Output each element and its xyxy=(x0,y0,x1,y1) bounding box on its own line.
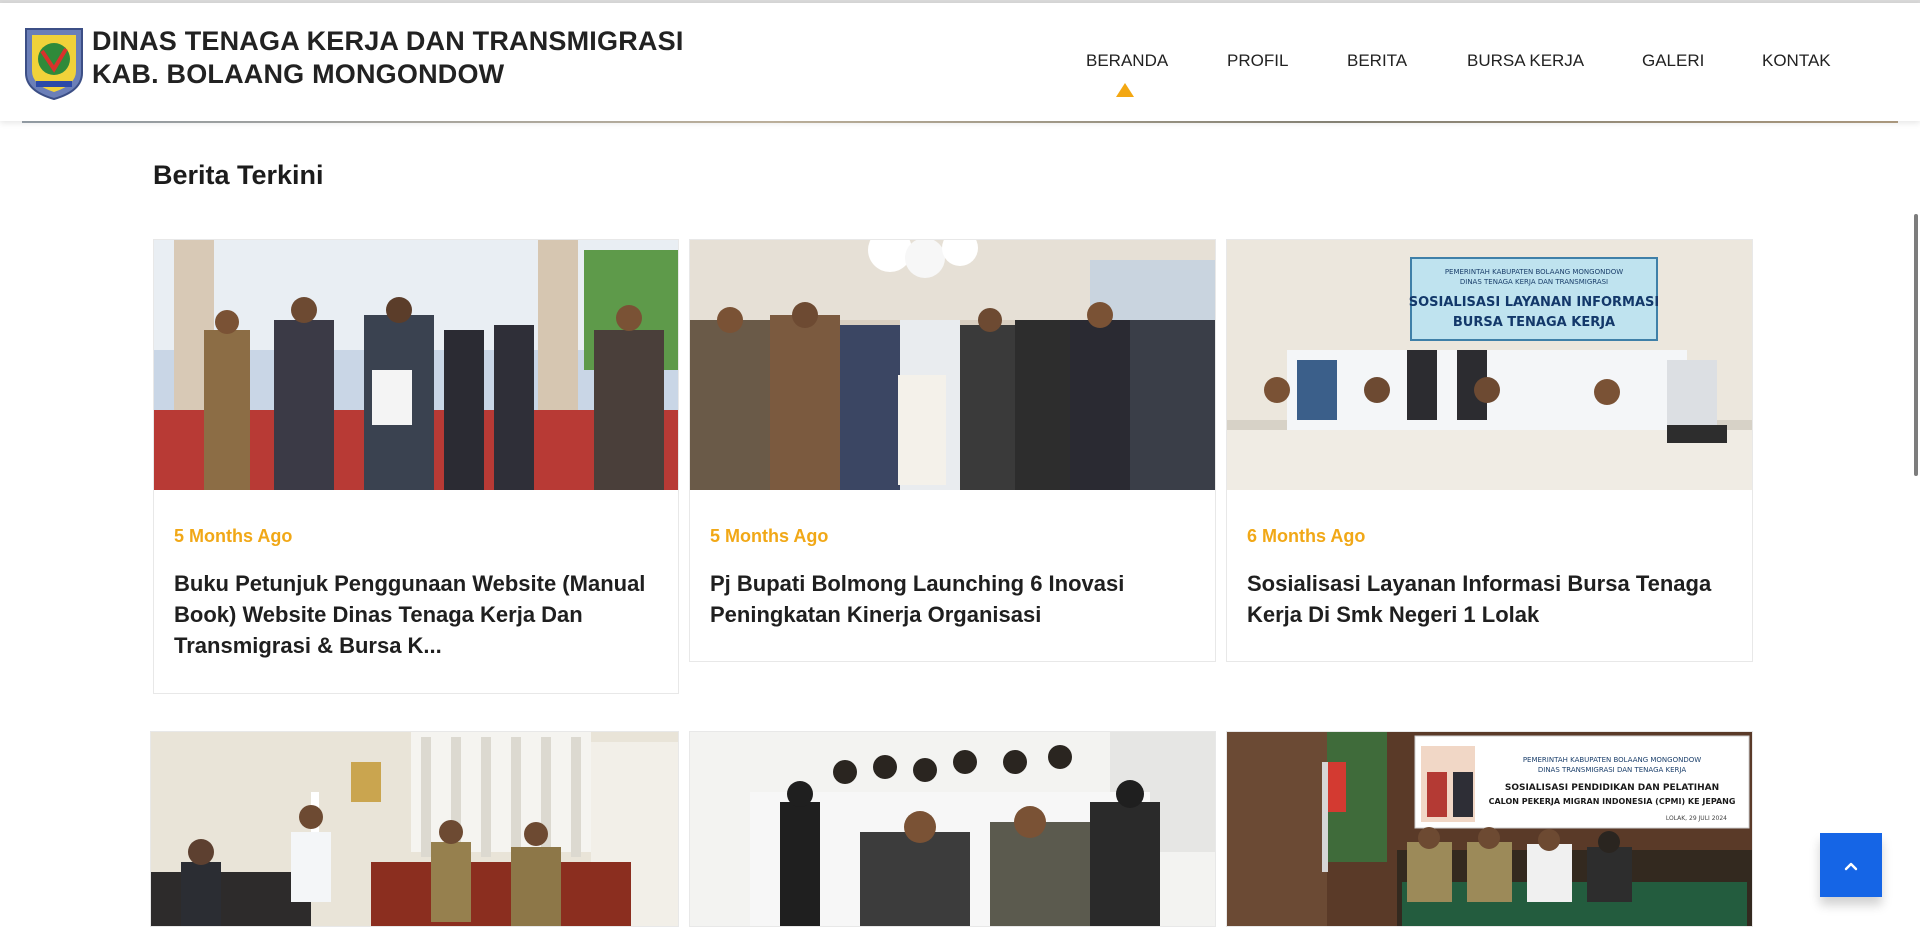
news-card[interactable]: PEMERINTAH KABUPATEN BOLAANG MONGONDOW D… xyxy=(1226,239,1753,662)
banner-text-line-4: CALON PEKERJA MIGRAN INDONESIA (CPMI) KE… xyxy=(1489,797,1736,806)
news-thumbnail[interactable] xyxy=(690,240,1215,490)
news-card[interactable]: 5 Months Ago Buku Petunjuk Penggunaan We… xyxy=(153,239,679,694)
news-photo-student-group xyxy=(690,732,1215,926)
news-photo-job-fair-socialization: PEMERINTAH KABUPATEN BOLAANG MONGONDOW D… xyxy=(1227,240,1752,490)
nav-item-profil[interactable]: PROFIL xyxy=(1227,51,1288,71)
news-thumbnail[interactable] xyxy=(689,731,1216,927)
news-title[interactable]: Buku Petunjuk Penggunaan Website (Manual… xyxy=(174,568,658,661)
nav-item-beranda[interactable]: BERANDA xyxy=(1086,51,1168,71)
banner-text-line-2: DINAS TENAGA KERJA DAN TRANSMIGRASI xyxy=(1460,278,1608,286)
news-thumbnail[interactable]: PEMERINTAH KABUPATEN BOLAANG MONGONDOW D… xyxy=(1226,731,1753,927)
nav-item-bursa-kerja[interactable]: BURSA KERJA xyxy=(1467,51,1584,71)
news-card[interactable]: 5 Months Ago Pj Bupati Bolmong Launching… xyxy=(689,239,1216,662)
news-title[interactable]: Pj Bupati Bolmong Launching 6 Inovasi Pe… xyxy=(710,568,1195,630)
news-date: 6 Months Ago xyxy=(1247,526,1366,546)
news-thumbnail[interactable] xyxy=(150,731,679,927)
banner-text-line-3: SOSIALISASI LAYANAN INFORMASI xyxy=(1409,295,1659,310)
banner-text-line-4: BURSA TENAGA KERJA xyxy=(1453,315,1615,330)
banner-text-line-3: SOSIALISASI PENDIDIKAN DAN PELATIHAN xyxy=(1505,783,1719,793)
news-title[interactable]: Sosialisasi Layanan Informasi Bursa Tena… xyxy=(1247,568,1732,630)
news-photo-cpmi-training: PEMERINTAH KABUPATEN BOLAANG MONGONDOW D… xyxy=(1227,732,1752,926)
section-title: Berita Terkini xyxy=(153,160,324,190)
banner-text-line-2: DINAS TRANSMIGRASI DAN TENAGA KERJA xyxy=(1538,766,1686,774)
banner-text-line-5: LOLAK, 29 JULI 2024 xyxy=(1666,815,1727,822)
news-date: 5 Months Ago xyxy=(174,526,293,546)
news-photo-innovation-launch xyxy=(690,240,1215,490)
nav-item-berita[interactable]: BERITA xyxy=(1347,51,1407,71)
news-photo-document-handover xyxy=(154,240,678,490)
page-scrollbar-thumb[interactable] xyxy=(1914,214,1918,476)
banner-text-line-1: PEMERINTAH KABUPATEN BOLAANG MONGONDOW xyxy=(1445,268,1623,276)
news-thumbnail[interactable]: PEMERINTAH KABUPATEN BOLAANG MONGONDOW D… xyxy=(1227,240,1752,490)
nav-item-galeri[interactable]: GALERI xyxy=(1642,51,1704,71)
news-thumbnail[interactable] xyxy=(154,240,678,490)
banner-text-line-1: PEMERINTAH KABUPATEN BOLAANG MONGONDOW xyxy=(1523,756,1701,764)
active-nav-indicator xyxy=(1116,83,1134,97)
nav-item-kontak[interactable]: KONTAK xyxy=(1762,51,1831,71)
scroll-to-top-button[interactable] xyxy=(1820,833,1882,897)
main-nav: BERANDA PROFIL BERITA BURSA KERJA GALERI… xyxy=(0,51,1920,97)
news-photo-office-meeting xyxy=(151,732,678,926)
site-header: DINAS TENAGA KERJA DAN TRANSMIGRASI KAB.… xyxy=(0,3,1920,121)
news-date: 5 Months Ago xyxy=(710,526,829,546)
chevron-up-icon xyxy=(1844,863,1858,871)
